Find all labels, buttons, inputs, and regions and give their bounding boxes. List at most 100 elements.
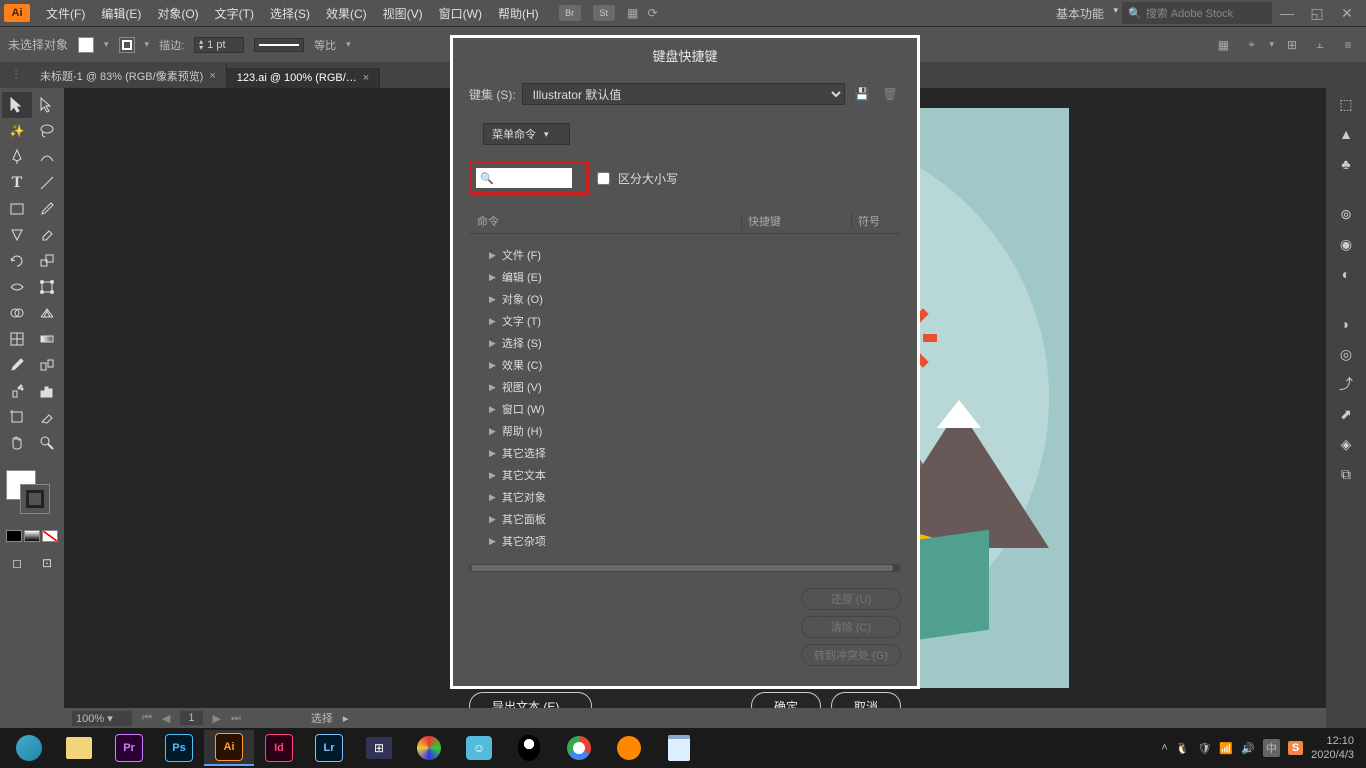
command-list-item[interactable]: ▶编辑 (E)	[469, 266, 901, 288]
eraser-tool[interactable]	[32, 222, 62, 248]
mesh-tool[interactable]	[2, 326, 32, 352]
lasso-tool[interactable]	[32, 118, 62, 144]
command-list-item[interactable]: ▶其它对象	[469, 486, 901, 508]
shape-builder-tool[interactable]	[2, 300, 32, 326]
shaper-tool[interactable]	[2, 222, 32, 248]
curvature-tool[interactable]	[32, 144, 62, 170]
cc-panel-icon[interactable]: ⊚	[1334, 202, 1358, 226]
shortcut-search-input[interactable]: 🔍	[476, 168, 572, 188]
menu-window[interactable]: 窗口(W)	[431, 5, 490, 22]
stroke-weight-input[interactable]: ▴▾ 1 pt	[194, 37, 244, 53]
direct-selection-tool[interactable]	[32, 92, 62, 118]
tray-expand-icon[interactable]: ˄	[1161, 742, 1167, 754]
taskbar-illustrator[interactable]: Ai	[204, 730, 254, 766]
window-close[interactable]: ✕	[1332, 5, 1362, 22]
libraries-panel-icon[interactable]: ▲	[1334, 122, 1358, 146]
first-artboard-icon[interactable]: ⏮	[142, 712, 152, 725]
taskbar-photoshop[interactable]: Ps	[154, 730, 204, 766]
zoom-level[interactable]: 100% ▾	[72, 711, 132, 726]
tray-volume-icon[interactable]: 🔊	[1241, 742, 1255, 755]
rectangle-tool[interactable]	[2, 196, 32, 222]
artboard-number[interactable]: 1	[180, 711, 202, 725]
menu-file[interactable]: 文件(F)	[38, 5, 93, 22]
menu-edit[interactable]: 编辑(E)	[93, 5, 149, 22]
save-keyset-icon[interactable]: 💾	[851, 83, 873, 105]
bridge-button[interactable]: Br	[559, 5, 581, 21]
taskbar-lightroom[interactable]: Lr	[304, 730, 354, 766]
chevron-down-icon[interactable]: ▾	[145, 39, 150, 50]
preferences-icon[interactable]: ⫠	[1310, 35, 1330, 55]
color-panel-icon[interactable]: ♣	[1334, 152, 1358, 176]
menu-object[interactable]: 对象(O)	[149, 5, 206, 22]
next-artboard-icon[interactable]: ▶	[213, 712, 221, 725]
tray-ime-icon[interactable]: 中	[1263, 739, 1280, 757]
taskbar-explorer[interactable]	[54, 730, 104, 766]
horizontal-scrollbar[interactable]	[469, 564, 901, 572]
taskbar-browser[interactable]	[4, 730, 54, 766]
chevron-down-icon[interactable]: ▾	[1269, 39, 1274, 50]
taskbar-app-2[interactable]	[404, 730, 454, 766]
menu-select[interactable]: 选择(S)	[262, 5, 318, 22]
gpu-perf-icon[interactable]: ⟳	[643, 3, 663, 23]
eyedropper-tool[interactable]	[2, 352, 32, 378]
line-tool[interactable]	[32, 170, 62, 196]
tray-network-icon[interactable]: 📶	[1219, 742, 1233, 755]
transparency-panel-icon[interactable]: ⬈	[1334, 402, 1358, 426]
swatches-panel-icon[interactable]: ◉	[1334, 232, 1358, 256]
keyset-select[interactable]: Illustrator 默认值	[522, 83, 845, 105]
color-mode-solid[interactable]	[6, 530, 22, 542]
color-mode-none[interactable]	[42, 530, 58, 542]
panel-menu-icon[interactable]: ≡	[1338, 35, 1358, 55]
command-list-item[interactable]: ▶对象 (O)	[469, 288, 901, 310]
command-list-item[interactable]: ▶视图 (V)	[469, 376, 901, 398]
free-transform-tool[interactable]	[32, 274, 62, 300]
taskbar-qq[interactable]	[504, 730, 554, 766]
doc-tab-2[interactable]: 123.ai @ 100% (RGB/… ×	[227, 68, 380, 88]
fill-swatch[interactable]	[78, 37, 94, 53]
last-artboard-icon[interactable]: ⏭	[231, 712, 241, 725]
arrange-docs-icon[interactable]: ▦	[623, 3, 643, 23]
layers-panel-icon[interactable]: ⧉	[1334, 462, 1358, 486]
brushes-panel-icon[interactable]: ◐	[1334, 262, 1358, 286]
transform-icon[interactable]: ⌖	[1241, 35, 1261, 55]
command-list-item[interactable]: ▶其它文本	[469, 464, 901, 486]
perspective-grid-tool[interactable]	[32, 300, 62, 326]
shortcut-type-select[interactable]: 菜单命令 ▾	[483, 123, 570, 145]
doc-setup-icon[interactable]: ⊞	[1282, 35, 1302, 55]
tray-qq-icon[interactable]: 🐧	[1176, 742, 1190, 755]
symbol-sprayer-tool[interactable]	[2, 378, 32, 404]
selection-tool[interactable]	[2, 92, 32, 118]
chevron-down-icon[interactable]: ▾	[104, 39, 109, 50]
command-list-item[interactable]: ▶其它选择	[469, 442, 901, 464]
hand-tool[interactable]	[2, 430, 32, 456]
artboard-tool[interactable]	[2, 404, 32, 430]
tray-ime-brand-icon[interactable]: S	[1288, 741, 1303, 755]
case-sensitive-checkbox[interactable]	[597, 172, 610, 185]
pen-tool[interactable]	[2, 144, 32, 170]
command-list-item[interactable]: ▶其它杂项	[469, 530, 901, 552]
window-maximize[interactable]: ◱	[1302, 5, 1332, 22]
type-tool[interactable]: T	[2, 170, 32, 196]
fill-stroke-selector[interactable]	[2, 466, 58, 526]
chevron-down-icon[interactable]: ▾	[346, 39, 351, 50]
prev-artboard-icon[interactable]: ◀	[162, 712, 170, 725]
taskbar-premiere[interactable]: Pr	[104, 730, 154, 766]
taskbar-chrome[interactable]	[554, 730, 604, 766]
appearance-panel-icon[interactable]: ◈	[1334, 432, 1358, 456]
gradient-panel-icon[interactable]: ⤴	[1334, 372, 1358, 396]
tray-clock[interactable]: 12:10 2020/4/3	[1311, 734, 1354, 763]
adobe-stock-search[interactable]: 🔍 搜索 Adobe Stock	[1122, 2, 1272, 24]
menu-type[interactable]: 文字(T)	[207, 5, 262, 22]
paintbrush-tool[interactable]	[32, 196, 62, 222]
command-list-item[interactable]: ▶帮助 (H)	[469, 420, 901, 442]
close-icon[interactable]: ×	[209, 70, 215, 82]
status-menu-icon[interactable]: ▸	[343, 712, 349, 725]
command-list-item[interactable]: ▶窗口 (W)	[469, 398, 901, 420]
stroke-style-preview[interactable]	[254, 38, 304, 52]
command-list-item[interactable]: ▶效果 (C)	[469, 354, 901, 376]
align-icon[interactable]: ▦	[1213, 35, 1233, 55]
screen-mode-icon[interactable]: ⊡	[32, 550, 62, 576]
menu-help[interactable]: 帮助(H)	[490, 5, 547, 22]
scale-tool[interactable]	[32, 248, 62, 274]
menu-view[interactable]: 视图(V)	[375, 5, 431, 22]
